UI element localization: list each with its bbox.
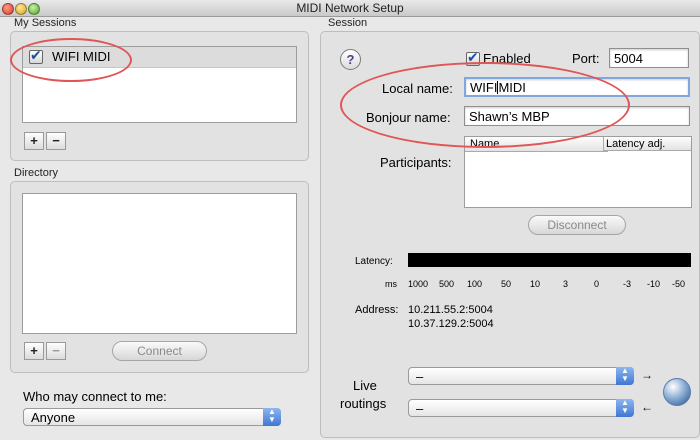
session-heading: Session [328, 17, 368, 29]
checkmark-icon: ✔ [467, 49, 479, 65]
latency-tick: 500 [439, 279, 455, 289]
enabled-checkbox[interactable]: ✔ [466, 49, 480, 66]
address-label: Address: [355, 304, 399, 316]
latency-tick: 1000 [408, 279, 429, 289]
latency-label: Latency: [355, 256, 393, 267]
latency-tick: 3 [563, 279, 569, 289]
arrow-left-icon: ← [641, 400, 653, 414]
add-directory-button[interactable]: + [24, 342, 44, 360]
routing-1-value: – [416, 369, 424, 384]
popup-arrows-icon: ▲ ▼ [616, 367, 634, 385]
latency-tick: 100 [467, 279, 483, 289]
live-routings-label-line2: routings [340, 396, 387, 411]
routing-select-2[interactable]: – ▲ ▼ [408, 399, 634, 417]
who-may-connect-label: Who may connect to me: [23, 389, 167, 404]
latency-tick: 0 [594, 279, 600, 289]
disconnect-button[interactable]: Disconnect [528, 215, 626, 235]
enabled-label: Enabled [483, 51, 531, 66]
latency-tick: -50 [672, 279, 686, 289]
routing-select-1[interactable]: – ▲ ▼ [408, 367, 634, 385]
window-title: MIDI Network Setup [296, 1, 404, 15]
column-header-latency[interactable]: Latency adj. [603, 137, 691, 151]
popup-arrows-icon: ▲ ▼ [263, 408, 281, 426]
port-field[interactable]: 5004 [609, 48, 689, 68]
latency-tick: -3 [623, 279, 632, 289]
routing-2-value: – [416, 401, 424, 416]
add-session-button[interactable]: + [24, 132, 44, 150]
local-name-text-before-caret: WIFI [470, 80, 498, 95]
arrow-right-icon: → [641, 368, 653, 382]
latency-tick: -10 [647, 279, 661, 289]
bonjour-name-field[interactable]: Shawn’s MBP [464, 106, 690, 126]
bonjour-name-label: Bonjour name: [366, 110, 451, 125]
remove-directory-button[interactable]: − [46, 342, 66, 360]
title-bar: MIDI Network Setup [0, 0, 700, 17]
network-globe-icon [663, 378, 691, 406]
who-may-connect-value: Anyone [31, 410, 76, 425]
ms-label: ms [385, 279, 397, 289]
directory-list[interactable] [22, 193, 297, 334]
connect-button[interactable]: Connect [112, 341, 207, 361]
latency-tick: 50 [501, 279, 512, 289]
local-name-text-after-caret: MIDI [498, 80, 526, 95]
column-header-name[interactable]: Name [465, 137, 608, 152]
local-name-label: Local name: [382, 81, 453, 96]
list-item[interactable]: ✔ WIFI MIDI [23, 47, 296, 68]
checkmark-icon: ✔ [30, 47, 42, 63]
session-name: WIFI MIDI [52, 49, 111, 64]
my-sessions-list[interactable]: ✔ WIFI MIDI [22, 46, 297, 123]
session-enabled-checkbox[interactable]: ✔ [29, 47, 43, 64]
address-line: 10.211.55.2:5004 [408, 304, 493, 316]
port-label: Port: [572, 51, 600, 66]
my-sessions-heading: My Sessions [14, 17, 77, 29]
latency-tick: 10 [530, 279, 541, 289]
live-routings-label-line1: Live [353, 378, 377, 393]
who-may-connect-select[interactable]: Anyone ▲ ▼ [23, 408, 281, 426]
remove-session-button[interactable]: − [46, 132, 66, 150]
popup-arrows-icon: ▲ ▼ [616, 399, 634, 417]
address-line: 10.37.129.2:5004 [408, 318, 494, 330]
help-button[interactable]: ? [340, 49, 361, 70]
latency-meter [408, 253, 691, 267]
participants-label: Participants: [380, 155, 452, 170]
directory-heading: Directory [14, 167, 59, 179]
local-name-field[interactable]: WIFIMIDI [464, 77, 690, 97]
participants-table[interactable]: Name Latency adj. [464, 136, 692, 208]
